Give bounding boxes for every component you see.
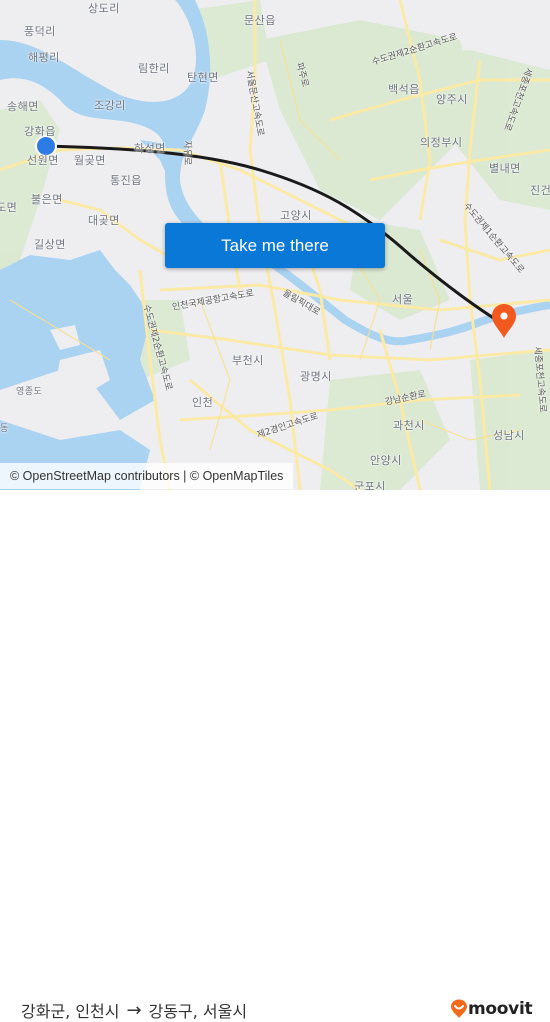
place-label: 의정부시 <box>420 136 463 149</box>
place-label: 불은면 <box>31 193 63 206</box>
place-label: 광명시 <box>300 370 332 383</box>
road-label: 자유로 <box>181 140 192 166</box>
place-label: 송해면 <box>7 100 39 113</box>
moovit-logo[interactable]: moovit <box>450 999 533 1019</box>
place-label: 영종도 <box>16 387 43 397</box>
place-label: 선원면 <box>27 154 59 167</box>
place-label: 군포시 <box>354 480 386 490</box>
place-label: 대곶면 <box>88 214 120 227</box>
place-label: 조강리 <box>94 99 126 112</box>
place-label: 강화읍 <box>24 125 56 138</box>
place-label: 림한리 <box>138 62 170 75</box>
origin-name: 강화군, 인천시 <box>21 1002 120 1021</box>
place-label: 서울 <box>392 293 414 306</box>
place-label: 양주시 <box>436 93 468 106</box>
place-label: 동 <box>0 424 9 434</box>
place-label: 상도리 <box>88 2 120 15</box>
place-label: 부천시 <box>232 354 264 367</box>
place-label: 백석읍 <box>388 83 420 96</box>
map-attribution[interactable]: © OpenStreetMap contributors | © OpenMap… <box>0 463 294 489</box>
place-label: 문산읍 <box>244 14 276 27</box>
place-label: 길상면 <box>34 238 66 251</box>
destination-marker[interactable] <box>492 304 516 338</box>
arrow-right-icon: → <box>126 999 142 1021</box>
place-label: 성남시 <box>493 429 525 442</box>
place-label: 탄현면 <box>187 71 219 84</box>
place-label: 하성면 <box>134 142 166 155</box>
place-label: 해평리 <box>28 51 60 64</box>
place-label: 안양시 <box>370 454 402 467</box>
place-label: 풍덕리 <box>24 25 56 38</box>
place-label: 도면 <box>0 201 18 214</box>
take-me-there-button[interactable]: Take me there <box>165 223 385 268</box>
place-label: 통진읍 <box>110 174 142 187</box>
place-label: 월곶면 <box>74 154 106 167</box>
map[interactable]: 상도리 풍덕리 해평리 문산읍 림한리 탄현면 송해면 조강리 강화읍 하성면 … <box>0 0 550 490</box>
destination-name: 강동구, 서울시 <box>148 1002 248 1021</box>
place-label: 별내면 <box>489 162 521 175</box>
place-label: 인천 <box>192 396 214 409</box>
moovit-wordmark: moovit <box>468 999 533 1019</box>
place-label: 진건 <box>530 184 550 197</box>
place-label: 과천시 <box>393 419 425 432</box>
route-summary: 강화군, 인천시 → 강동구, 서울시 <box>21 998 247 1022</box>
footer: 강화군, 인천시 → 강동구, 서울시 moovit <box>0 490 550 1021</box>
place-label: 고양시 <box>280 209 312 222</box>
moovit-pin-icon <box>451 999 467 1018</box>
